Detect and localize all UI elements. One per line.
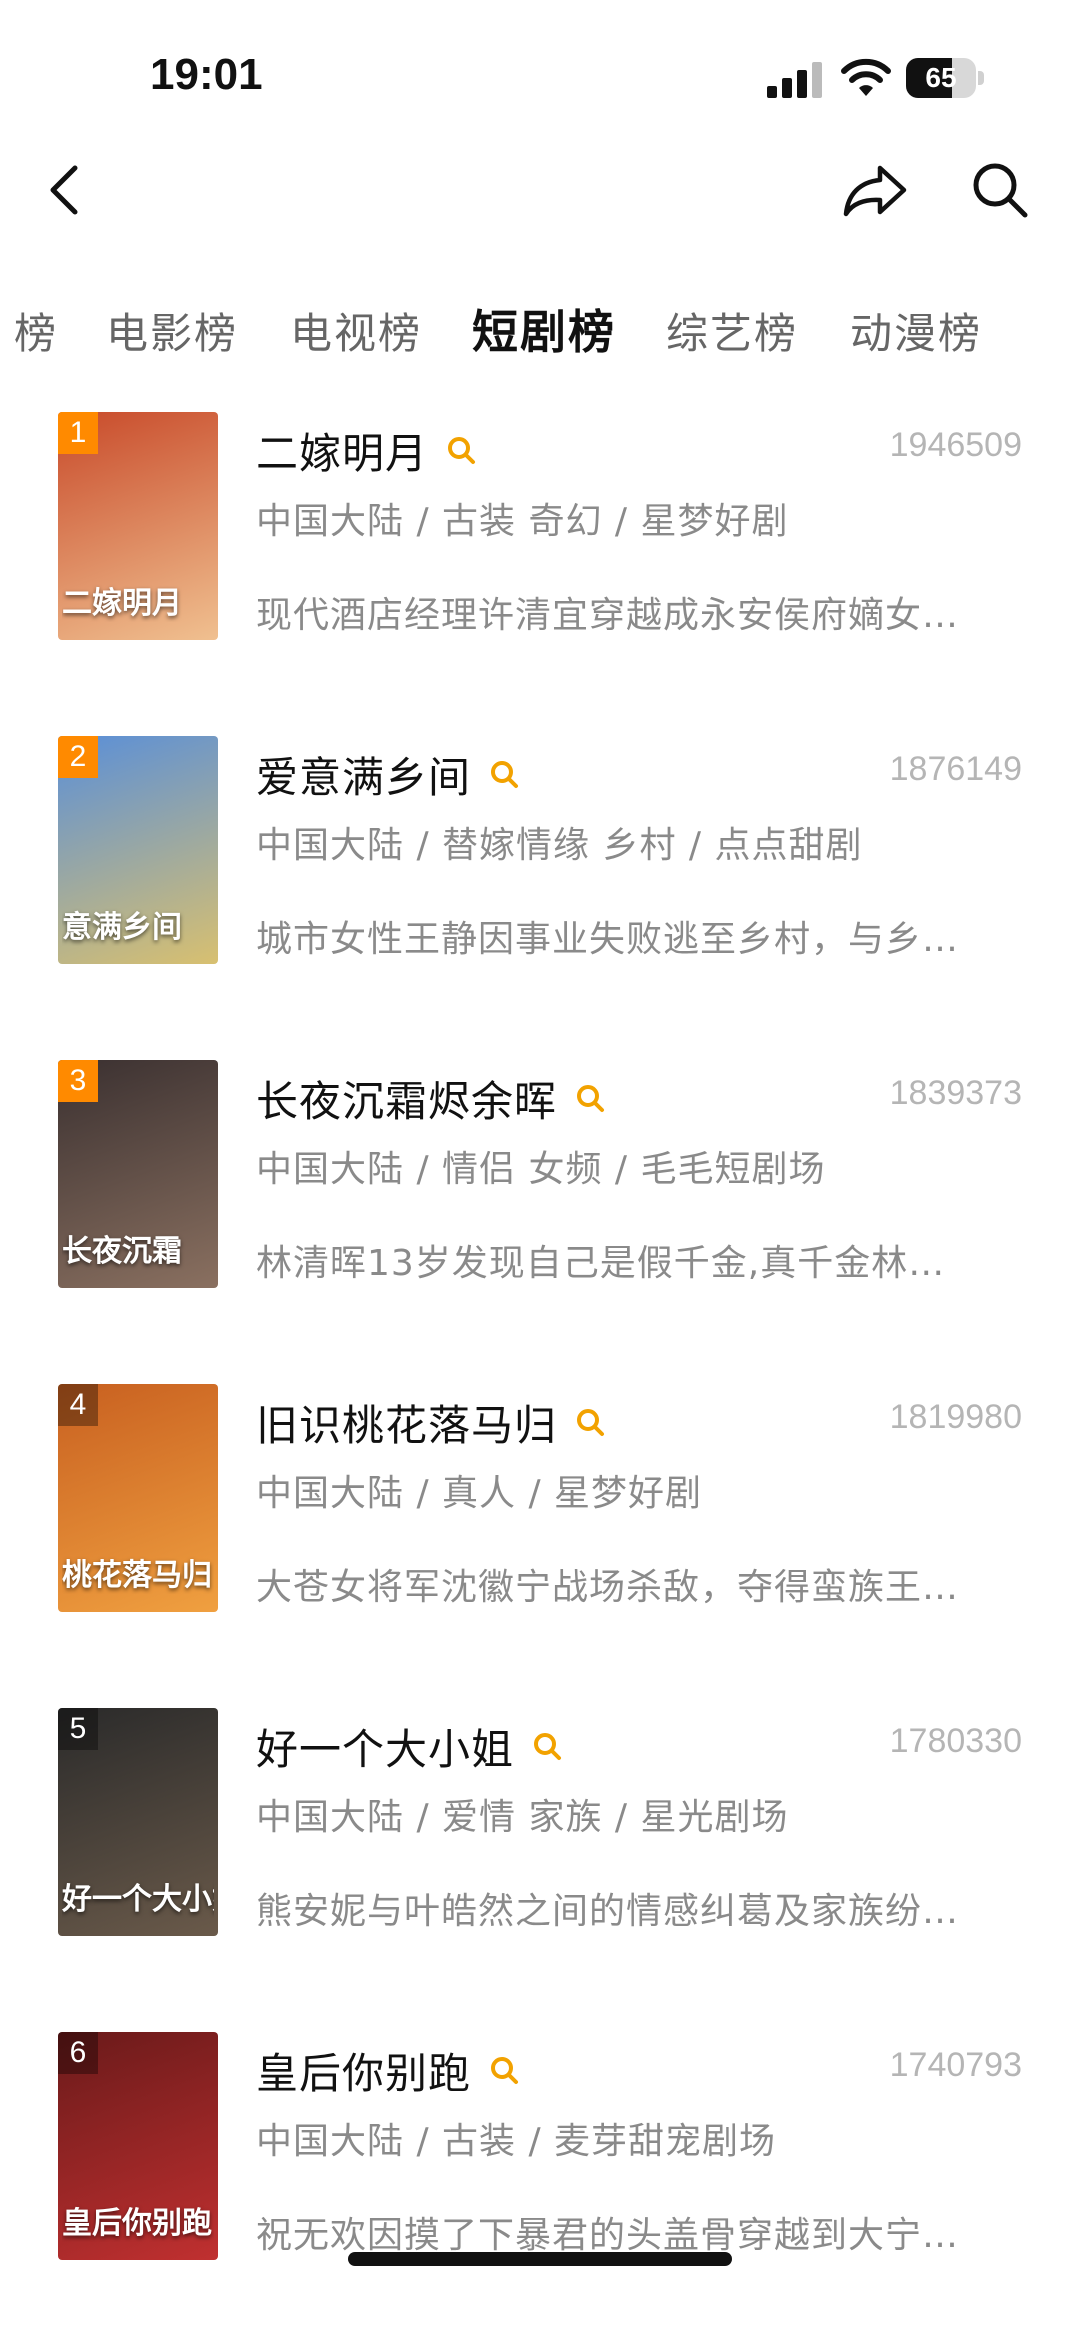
heat-score: 1740793	[889, 2046, 1022, 2084]
tab-short-drama[interactable]: 短剧榜	[472, 296, 616, 362]
tab-partial-left[interactable]: 榜	[14, 300, 58, 361]
search-small-icon[interactable]	[532, 1722, 562, 1771]
poster-image[interactable]: 4 桃花落马归	[58, 1384, 218, 1612]
heat-score: 1819980	[889, 1398, 1022, 1436]
heat-score: 1946509	[889, 426, 1022, 464]
search-small-icon[interactable]	[446, 426, 476, 475]
rank-badge: 3	[58, 1060, 98, 1102]
item-meta: 中国大陆 / 古装 / 麦芽甜宠剧场	[256, 2121, 777, 2162]
list-item[interactable]: 1 二嫁明月 二嫁明月 1946509 中国大陆 / 古装 奇幻 / 星梦好剧 …	[0, 400, 1080, 724]
search-small-icon[interactable]	[489, 2046, 519, 2095]
item-meta: 中国大陆 / 古装 奇幻 / 星梦好剧	[256, 501, 789, 542]
item-meta: 中国大陆 / 情侣 女频 / 毛毛短剧场	[256, 1149, 826, 1190]
item-description: 城市女性王静因事业失败逃至乡村，与乡…	[256, 919, 960, 960]
list-item[interactable]: 3 长夜沉霜 长夜沉霜烬余晖 1839373 中国大陆 / 情侣 女频 / 毛毛…	[0, 1048, 1080, 1372]
list-item[interactable]: 4 桃花落马归 旧识桃花落马归 1819980 中国大陆 / 真人 / 星梦好剧…	[0, 1372, 1080, 1696]
poster-image[interactable]: 1 二嫁明月	[58, 412, 218, 640]
search-small-icon[interactable]	[575, 1398, 605, 1447]
rank-badge: 4	[58, 1384, 98, 1426]
poster-image[interactable]: 3 长夜沉霜	[58, 1060, 218, 1288]
tab-tv[interactable]: 电视榜	[290, 300, 422, 361]
poster-title: 桃花落马归	[62, 1558, 212, 1593]
status-time: 19:01	[150, 50, 263, 99]
item-meta: 中国大陆 / 替嫁情缘 乡村 / 点点甜剧	[256, 825, 863, 866]
search-button[interactable]	[955, 140, 1045, 240]
heat-score: 1876149	[889, 750, 1022, 788]
search-icon	[973, 163, 1028, 218]
list-item[interactable]: 5 好一个大小姐 好一个大小姐 1780330 中国大陆 / 爱情 家族 / 星…	[0, 1696, 1080, 2020]
tab-anime[interactable]: 动漫榜	[850, 300, 982, 361]
item-description: 林清晖13岁发现自己是假千金,真千金林…	[256, 1243, 946, 1284]
battery-percent: 65	[925, 62, 957, 93]
top-nav-bar	[0, 140, 1080, 240]
poster-image[interactable]: 6 皇后你别跑	[58, 2032, 218, 2260]
search-small-icon[interactable]	[575, 1074, 605, 1123]
cellular-signal-icon	[767, 62, 822, 98]
rank-badge: 1	[58, 412, 98, 454]
battery-icon: 65	[906, 58, 984, 98]
ranking-tabs: 榜 电影榜 电视榜 短剧榜 综艺榜 动漫榜	[0, 280, 1080, 370]
item-meta: 中国大陆 / 爱情 家族 / 星光剧场	[256, 1797, 789, 1838]
status-bar: 19:01 65	[0, 0, 1080, 150]
poster-image[interactable]: 5 好一个大小姐	[58, 1708, 218, 1936]
chevron-left-icon	[50, 165, 78, 215]
item-title[interactable]: 二嫁明月	[256, 420, 476, 481]
share-icon	[843, 165, 907, 217]
rank-badge: 2	[58, 736, 98, 778]
heat-score: 1839373	[889, 1074, 1022, 1112]
tab-variety[interactable]: 综艺榜	[666, 300, 798, 361]
item-description: 祝无欢因摸了下暴君的头盖骨穿越到大宁…	[256, 2215, 960, 2256]
item-title[interactable]: 好一个大小姐	[256, 1716, 562, 1777]
poster-title: 意满乡间	[62, 910, 182, 945]
item-description: 熊安妮与叶皓然之间的情感纠葛及家族纷…	[256, 1891, 960, 1932]
tab-movie[interactable]: 电影榜	[106, 300, 238, 361]
poster-title: 皇后你别跑	[62, 2206, 212, 2241]
heat-score: 1780330	[889, 1722, 1022, 1760]
poster-title: 好一个大小姐	[62, 1882, 214, 1917]
home-indicator[interactable]	[348, 2252, 732, 2266]
share-button[interactable]	[830, 140, 920, 240]
back-button[interactable]	[20, 140, 110, 240]
poster-title: 二嫁明月	[62, 586, 182, 621]
rank-badge: 5	[58, 1708, 98, 1750]
list-item[interactable]: 6 皇后你别跑 皇后你别跑 1740793 中国大陆 / 古装 / 麦芽甜宠剧场…	[0, 2020, 1080, 2344]
item-title[interactable]: 旧识桃花落马归	[256, 1392, 605, 1453]
poster-title: 长夜沉霜	[62, 1234, 182, 1269]
wifi-icon	[841, 58, 891, 96]
list-item[interactable]: 2 意满乡间 爱意满乡间 1876149 中国大陆 / 替嫁情缘 乡村 / 点点…	[0, 724, 1080, 1048]
rank-badge: 6	[58, 2032, 98, 2074]
item-description: 现代酒店经理许清宜穿越成永安侯府嫡女…	[256, 595, 960, 636]
item-title[interactable]: 爱意满乡间	[256, 744, 519, 805]
search-small-icon[interactable]	[489, 750, 519, 799]
item-description: 大苍女将军沈徽宁战场杀敌，夺得蛮族王…	[256, 1567, 960, 1608]
item-meta: 中国大陆 / 真人 / 星梦好剧	[256, 1473, 703, 1514]
item-title[interactable]: 长夜沉霜烬余晖	[256, 1068, 605, 1129]
item-title[interactable]: 皇后你别跑	[256, 2040, 519, 2101]
poster-image[interactable]: 2 意满乡间	[58, 736, 218, 964]
